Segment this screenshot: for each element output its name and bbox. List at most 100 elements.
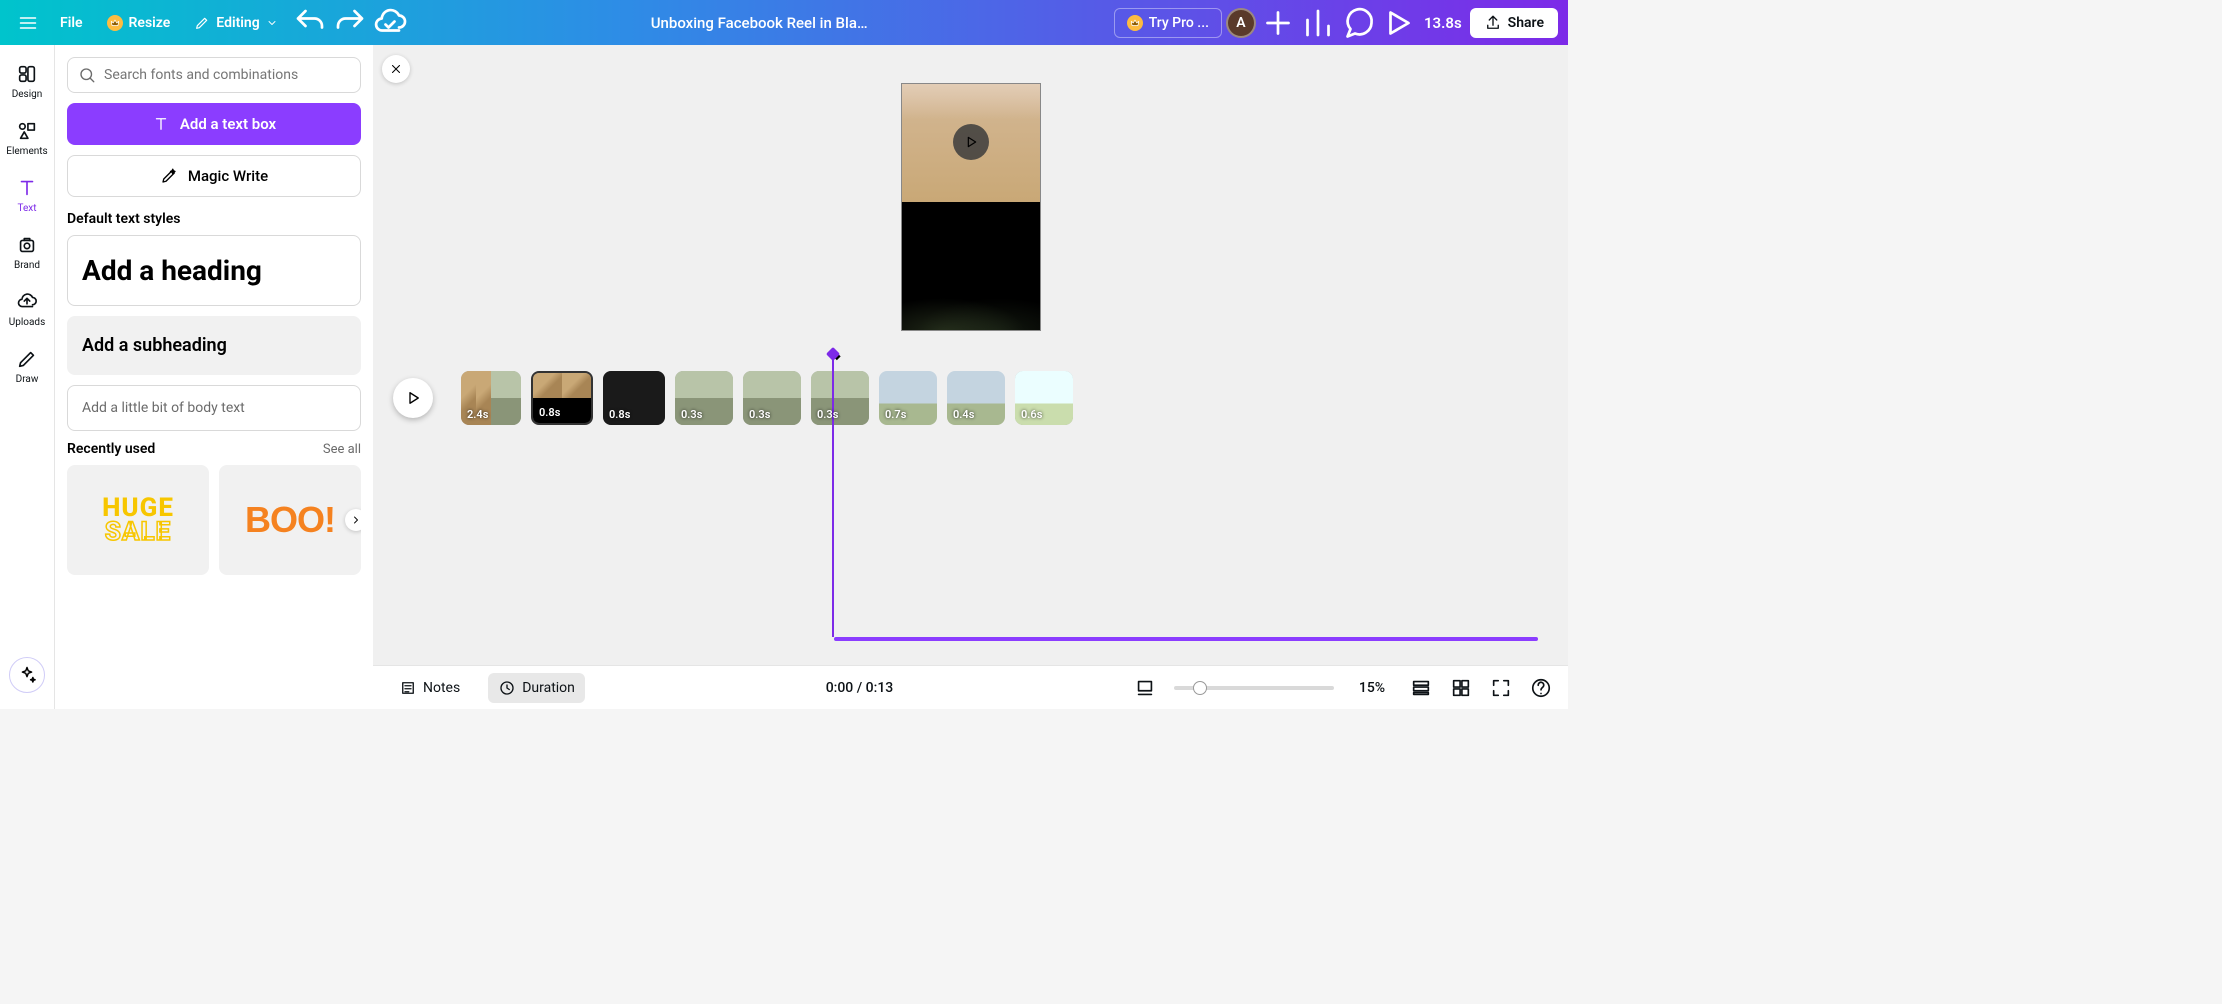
timeline-clip-7[interactable]: 0.4s bbox=[947, 371, 1005, 425]
comments-button[interactable] bbox=[1340, 5, 1376, 41]
timeline: ◆ 2.4s0.8s0.8s0.3s0.3s0.3s0.7s0.4s0.6s bbox=[373, 355, 1568, 665]
recent-template-huge-sale[interactable]: HUGESALE bbox=[67, 465, 209, 575]
search-icon bbox=[78, 66, 96, 84]
clip-duration-label: 0.8s bbox=[609, 408, 630, 421]
timeline-clip-4[interactable]: 0.3s bbox=[743, 371, 801, 425]
avatar[interactable]: A bbox=[1226, 8, 1256, 38]
rail-draw[interactable]: Draw bbox=[2, 340, 52, 393]
clip-duration-label: 0.3s bbox=[681, 408, 702, 421]
cloud-sync-icon[interactable] bbox=[372, 5, 408, 41]
zoom-slider-thumb[interactable] bbox=[1193, 681, 1207, 695]
editing-menu[interactable]: Editing bbox=[184, 9, 287, 37]
duration-icon bbox=[498, 679, 516, 697]
time-position-display: 0:00 / 0:13 bbox=[826, 680, 894, 696]
share-icon bbox=[1484, 14, 1502, 32]
clip-duration-label: 0.7s bbox=[885, 408, 906, 421]
help-button[interactable] bbox=[1530, 677, 1552, 699]
present-button[interactable] bbox=[1380, 5, 1416, 41]
top-toolbar: File Resize Editing Unboxing Facebook Re… bbox=[0, 0, 1568, 45]
add-heading-button[interactable]: Add a heading bbox=[67, 235, 361, 306]
carousel-next-button[interactable] bbox=[345, 509, 361, 531]
video-canvas[interactable] bbox=[901, 83, 1041, 331]
notes-button[interactable]: Notes bbox=[389, 673, 470, 703]
rail-text-label: Text bbox=[17, 203, 36, 214]
pencil-icon bbox=[194, 15, 210, 31]
timeline-clip-0[interactable]: 2.4s bbox=[461, 371, 521, 425]
file-menu[interactable]: File bbox=[50, 9, 93, 37]
magic-assistant-button[interactable] bbox=[9, 657, 45, 693]
see-all-link[interactable]: See all bbox=[323, 442, 361, 457]
magic-wand-icon bbox=[160, 167, 178, 185]
crown-icon bbox=[107, 15, 123, 31]
default-styles-heading: Default text styles bbox=[67, 211, 361, 227]
clip-duration-label: 0.3s bbox=[817, 408, 838, 421]
card1-line2: SALE bbox=[105, 517, 171, 547]
duration-display: 13.8s bbox=[1424, 14, 1462, 32]
resize-label: Resize bbox=[129, 15, 171, 31]
timeline-clip-1[interactable]: 0.8s bbox=[531, 371, 593, 425]
text-panel: Add a text box Magic Write Default text … bbox=[55, 45, 373, 709]
recently-used-heading: Recently used bbox=[67, 441, 155, 457]
insights-button[interactable] bbox=[1300, 5, 1336, 41]
add-button[interactable] bbox=[1260, 5, 1296, 41]
rail-uploads[interactable]: Uploads bbox=[2, 283, 52, 336]
rail-text[interactable]: Text bbox=[2, 169, 52, 222]
recent-template-boo[interactable]: BOO! bbox=[219, 465, 361, 575]
rail-draw-label: Draw bbox=[16, 374, 39, 385]
timeline-play-button[interactable] bbox=[393, 378, 433, 418]
rail-uploads-label: Uploads bbox=[9, 317, 45, 328]
bottom-bar: Notes Duration 0:00 / 0:13 15% bbox=[373, 665, 1568, 709]
rail-design[interactable]: Design bbox=[2, 55, 52, 108]
magic-write-button[interactable]: Magic Write bbox=[67, 155, 361, 197]
editing-label: Editing bbox=[216, 15, 259, 31]
timeline-clip-5[interactable]: 0.3s bbox=[811, 371, 869, 425]
timeline-clip-6[interactable]: 0.7s bbox=[879, 371, 937, 425]
redo-button[interactable] bbox=[332, 5, 368, 41]
close-panel-button[interactable] bbox=[382, 55, 410, 83]
pages-view-button[interactable] bbox=[1134, 677, 1156, 699]
grid-view-button[interactable] bbox=[1450, 677, 1472, 699]
text-icon bbox=[152, 115, 170, 133]
zoom-percentage[interactable]: 15% bbox=[1352, 680, 1392, 696]
add-body-text-button[interactable]: Add a little bit of body text bbox=[67, 385, 361, 431]
rail-design-label: Design bbox=[12, 89, 43, 100]
timeline-clip-2[interactable]: 0.8s bbox=[603, 371, 665, 425]
add-text-box-button[interactable]: Add a text box bbox=[67, 103, 361, 145]
timeline-clip-8[interactable]: 0.6s bbox=[1015, 371, 1073, 425]
share-label: Share bbox=[1508, 15, 1544, 31]
search-input[interactable] bbox=[104, 67, 350, 83]
duration-button[interactable]: Duration bbox=[488, 673, 585, 703]
add-text-label: Add a text box bbox=[180, 115, 276, 133]
try-pro-label: Try Pro ... bbox=[1149, 15, 1209, 31]
resize-button[interactable]: Resize bbox=[97, 9, 181, 37]
zoom-slider[interactable] bbox=[1174, 686, 1334, 690]
clip-duration-label: 2.4s bbox=[467, 408, 488, 421]
try-pro-button[interactable]: Try Pro ... bbox=[1114, 8, 1222, 38]
canvas-area: ◆ 2.4s0.8s0.8s0.3s0.3s0.3s0.7s0.4s0.6s N… bbox=[373, 45, 1568, 709]
view-list-button[interactable] bbox=[1410, 677, 1432, 699]
fullscreen-button[interactable] bbox=[1490, 677, 1512, 699]
duration-label: Duration bbox=[522, 680, 575, 696]
rail-elements-label: Elements bbox=[6, 146, 47, 157]
add-subheading-button[interactable]: Add a subheading bbox=[67, 316, 361, 375]
share-button[interactable]: Share bbox=[1470, 8, 1558, 38]
playhead[interactable] bbox=[832, 355, 834, 637]
rail-elements[interactable]: Elements bbox=[2, 112, 52, 165]
notes-label: Notes bbox=[423, 680, 460, 696]
menu-button[interactable] bbox=[10, 5, 46, 41]
canvas-play-button[interactable] bbox=[953, 124, 989, 160]
left-rail: Design Elements Text Brand Uploads Draw bbox=[0, 45, 55, 709]
chevron-down-icon bbox=[266, 17, 278, 29]
search-box[interactable] bbox=[67, 57, 361, 93]
rail-brand[interactable]: Brand bbox=[2, 226, 52, 279]
timeline-track[interactable] bbox=[834, 637, 1538, 641]
document-title[interactable]: Unboxing Facebook Reel in Blac... bbox=[651, 14, 871, 32]
rail-brand-label: Brand bbox=[14, 260, 40, 271]
crown-icon bbox=[1127, 15, 1143, 31]
clip-duration-label: 0.8s bbox=[539, 406, 560, 419]
timeline-clip-3[interactable]: 0.3s bbox=[675, 371, 733, 425]
clip-duration-label: 0.3s bbox=[749, 408, 770, 421]
clip-duration-label: 0.4s bbox=[953, 408, 974, 421]
notes-icon bbox=[399, 679, 417, 697]
undo-button[interactable] bbox=[292, 5, 328, 41]
